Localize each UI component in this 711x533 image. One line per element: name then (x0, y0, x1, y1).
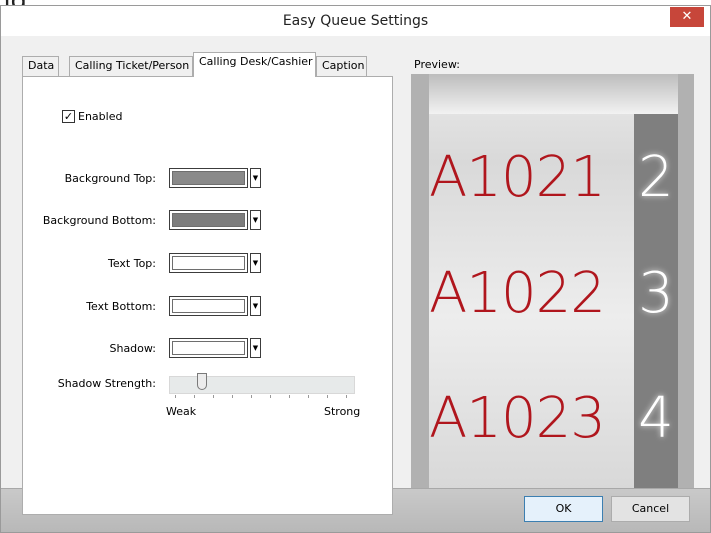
preview-desk-number: 2 (638, 145, 674, 210)
slider-ticks (175, 395, 351, 399)
preview-ticket-number: A1021 (429, 145, 606, 210)
shadow-strength-label: Shadow Strength: (57, 377, 156, 390)
dialog-content: Data Calling Ticket/Person Calling Desk/… (1, 36, 710, 515)
cancel-button[interactable]: Cancel (611, 496, 690, 522)
background-top-color-swatch[interactable] (169, 168, 248, 188)
slider-min-label: Weak (166, 405, 197, 418)
settings-panel: ✓ Enabled Background Top: ▼ Background B… (22, 76, 393, 515)
tab-caption[interactable]: Caption (316, 56, 367, 77)
preview-ticket-number: A1022 (429, 261, 606, 326)
chevron-down-icon: ▼ (252, 174, 259, 182)
preview-top-band (429, 74, 678, 114)
preview-border-right (678, 74, 694, 515)
preview-label: Preview: (414, 58, 460, 71)
window-title: Easy Queue Settings (282, 13, 429, 29)
enabled-checkbox[interactable]: ✓ (62, 110, 75, 123)
text-top-color-swatch[interactable] (169, 253, 248, 273)
background-bottom-label: Background Bottom: (42, 214, 156, 227)
background-bottom-dropdown-button[interactable]: ▼ (250, 210, 261, 230)
slider-max-label: Strong (324, 405, 361, 418)
settings-dialog: Easy Queue Settings ✕ Data Calling Ticke… (0, 5, 711, 533)
chevron-down-icon: ▼ (252, 302, 259, 310)
background-top-label: Background Top: (64, 172, 156, 185)
shadow-dropdown-button[interactable]: ▼ (250, 338, 261, 358)
tab-calling-ticket-person[interactable]: Calling Ticket/Person (69, 56, 193, 77)
preview-border-left (411, 74, 429, 515)
enabled-label: Enabled (78, 110, 123, 123)
close-icon: ✕ (681, 9, 693, 24)
shadow-strength-slider-thumb[interactable] (197, 373, 207, 390)
tab-calling-desk-cashier[interactable]: Calling Desk/Cashier (193, 52, 316, 77)
shadow-color-swatch[interactable] (169, 338, 248, 358)
preview-frame: A1021 2 A1022 3 A1023 4 (411, 74, 694, 515)
chevron-down-icon: ▼ (252, 344, 259, 352)
text-bottom-dropdown-button[interactable]: ▼ (250, 296, 261, 316)
text-top-dropdown-button[interactable]: ▼ (250, 253, 261, 273)
chevron-down-icon: ▼ (252, 216, 259, 224)
shadow-label: Shadow: (109, 342, 156, 355)
preview-ticket-number: A1023 (429, 386, 606, 451)
ok-button[interactable]: OK (524, 496, 603, 522)
preview-desk-number: 3 (638, 261, 674, 326)
title-bar[interactable]: Easy Queue Settings ✕ (1, 6, 710, 36)
background-bottom-color-swatch[interactable] (169, 210, 248, 230)
text-top-label: Text Top: (107, 257, 156, 270)
preview-desk-number: 4 (638, 386, 674, 451)
tab-data[interactable]: Data (22, 56, 59, 77)
text-bottom-color-swatch[interactable] (169, 296, 248, 316)
background-top-dropdown-button[interactable]: ▼ (250, 168, 261, 188)
chevron-down-icon: ▼ (252, 259, 259, 267)
close-button[interactable]: ✕ (670, 7, 704, 27)
text-bottom-label: Text Bottom: (86, 300, 156, 313)
